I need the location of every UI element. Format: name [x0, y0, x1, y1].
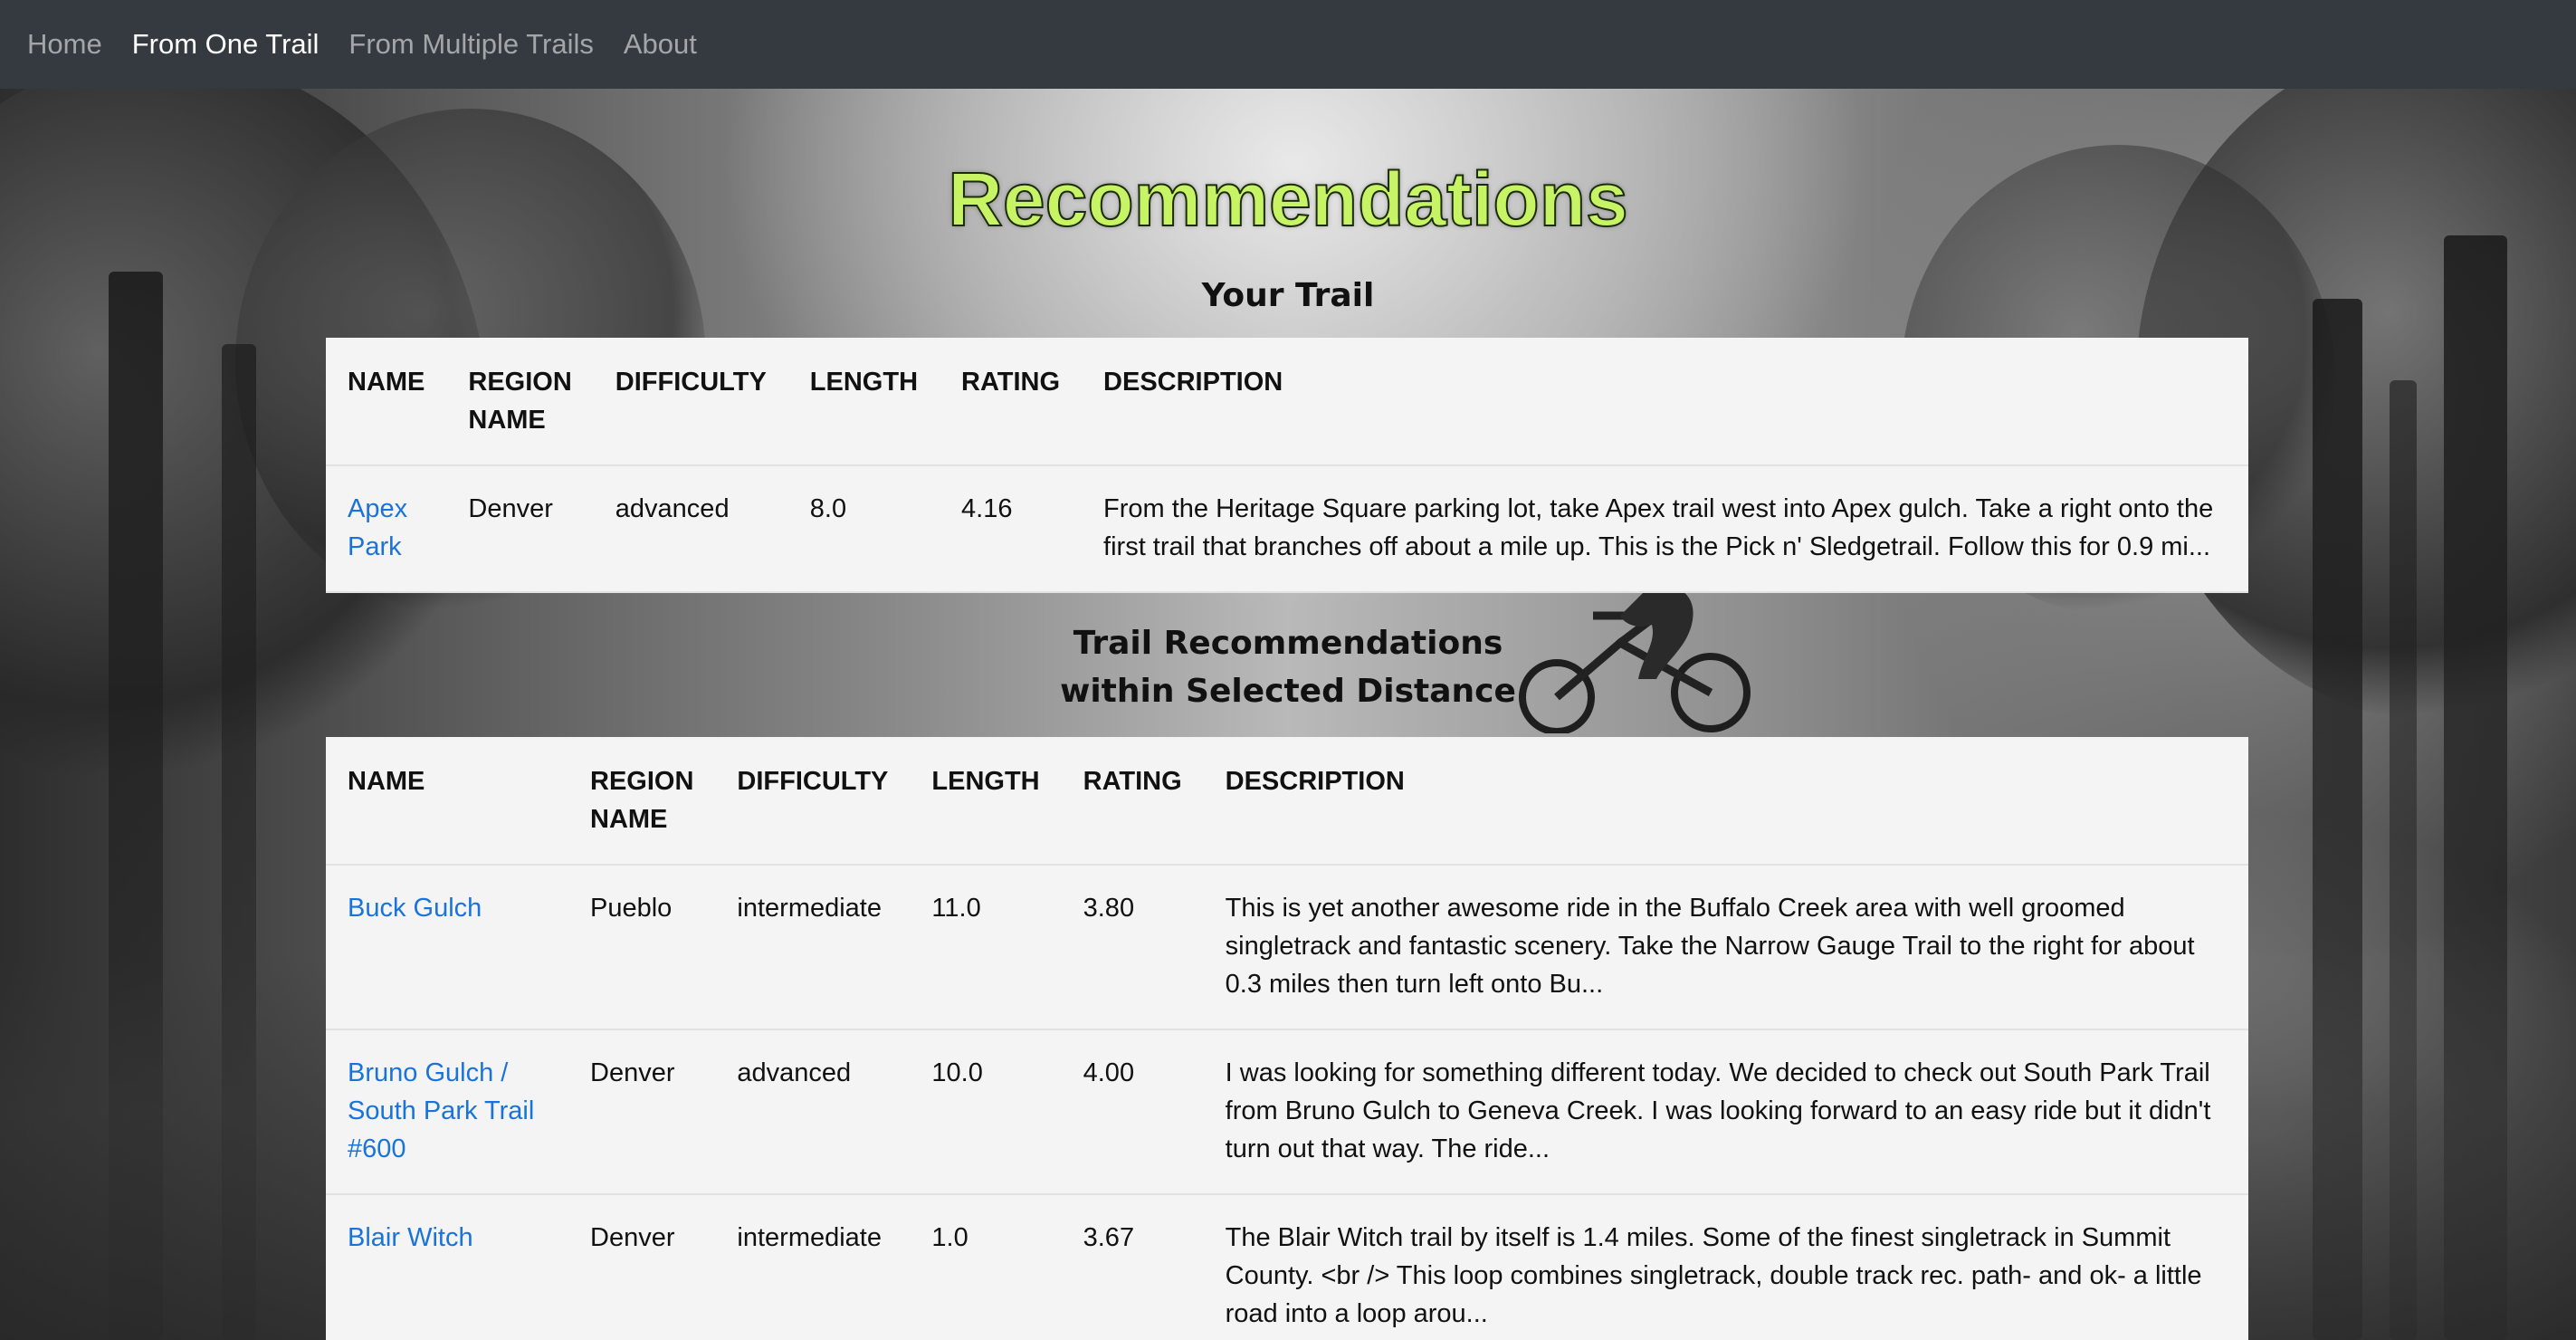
difficulty-cell: intermediate: [715, 865, 911, 1030]
column-header-difficulty: DIFFICULTY: [593, 338, 788, 466]
nav-from-one-trail-link[interactable]: From One Trail: [132, 28, 320, 61]
description-cell: From the Heritage Square parking lot, ta…: [1082, 465, 2248, 593]
rating-cell: 3.80: [1061, 865, 1204, 1030]
region-cell: Denver: [446, 465, 594, 593]
column-header-rating: RATING: [940, 338, 1083, 466]
table-header-row: NAME REGION NAME DIFFICULTY LENGTH RATIN…: [326, 338, 2248, 466]
column-header-name: NAME: [326, 338, 447, 466]
table-row: Bruno Gulch / South Park Trail #600 Denv…: [326, 1029, 2248, 1195]
nav-about-link[interactable]: About: [624, 28, 697, 61]
column-header-rating: RATING: [1061, 737, 1204, 866]
region-cell: Denver: [568, 1029, 716, 1195]
trail-name-link[interactable]: Buck Gulch: [348, 894, 482, 923]
length-cell: 10.0: [910, 1029, 1062, 1195]
column-header-description: DESCRIPTION: [1203, 737, 2248, 866]
nav-home-link[interactable]: Home: [27, 28, 102, 61]
description-cell: The Blair Witch trail by itself is 1.4 m…: [1203, 1194, 2248, 1340]
description-cell: This is yet another awesome ride in the …: [1203, 865, 2248, 1030]
length-cell: 11.0: [910, 865, 1062, 1030]
page-title: Recommendations: [947, 157, 1629, 242]
top-navbar: Home From One Trail From Multiple Trails…: [0, 0, 2576, 89]
rating-cell: 4.16: [940, 465, 1083, 593]
trail-name-cell: Buck Gulch: [326, 865, 568, 1030]
column-header-difficulty: DIFFICULTY: [715, 737, 911, 866]
table-row: Buck Gulch Pueblo intermediate 11.0 3.80…: [326, 865, 2248, 1030]
length-cell: 8.0: [787, 465, 940, 593]
difficulty-cell: intermediate: [715, 1194, 911, 1340]
your-trail-table: NAME REGION NAME DIFFICULTY LENGTH RATIN…: [326, 338, 2248, 593]
recommendations-heading-line2: within Selected Distance: [1060, 673, 1516, 710]
column-header-length: LENGTH: [787, 338, 940, 466]
rating-cell: 3.67: [1061, 1194, 1204, 1340]
rating-cell: 4.00: [1061, 1029, 1204, 1195]
column-header-name: NAME: [326, 737, 568, 866]
recommendations-table: NAME REGION NAME DIFFICULTY LENGTH RATIN…: [326, 737, 2248, 1340]
recommendations-heading-line1: Trail Recommendations: [1073, 625, 1503, 662]
trail-name-link[interactable]: Blair Witch: [348, 1223, 473, 1252]
trail-name-link[interactable]: Bruno Gulch / South Park Trail #600: [348, 1058, 534, 1163]
column-header-description: DESCRIPTION: [1082, 338, 2248, 466]
column-header-region-name: REGION NAME: [568, 737, 716, 866]
region-cell: Denver: [568, 1194, 716, 1340]
table-row: Blair Witch Denver intermediate 1.0 3.67…: [326, 1194, 2248, 1340]
difficulty-cell: advanced: [593, 465, 788, 593]
description-cell: I was looking for something different to…: [1203, 1029, 2248, 1195]
length-cell: 1.0: [910, 1194, 1062, 1340]
difficulty-cell: advanced: [715, 1029, 911, 1195]
table-row: Apex Park Denver advanced 8.0 4.16 From …: [326, 465, 2248, 593]
column-header-length: LENGTH: [910, 737, 1062, 866]
table-header-row: NAME REGION NAME DIFFICULTY LENGTH RATIN…: [326, 737, 2248, 866]
nav-from-multiple-trails-link[interactable]: From Multiple Trails: [348, 28, 593, 61]
your-trail-heading: Your Trail: [1201, 277, 1375, 314]
region-cell: Pueblo: [568, 865, 716, 1030]
trail-name-cell: Apex Park: [326, 465, 447, 593]
column-header-region-name: REGION NAME: [446, 338, 594, 466]
trail-name-link[interactable]: Apex Park: [348, 494, 407, 561]
recommendations-heading: Trail Recommendations within Selected Di…: [0, 619, 2576, 715]
trail-name-cell: Bruno Gulch / South Park Trail #600: [326, 1029, 568, 1195]
trail-name-cell: Blair Witch: [326, 1194, 568, 1340]
